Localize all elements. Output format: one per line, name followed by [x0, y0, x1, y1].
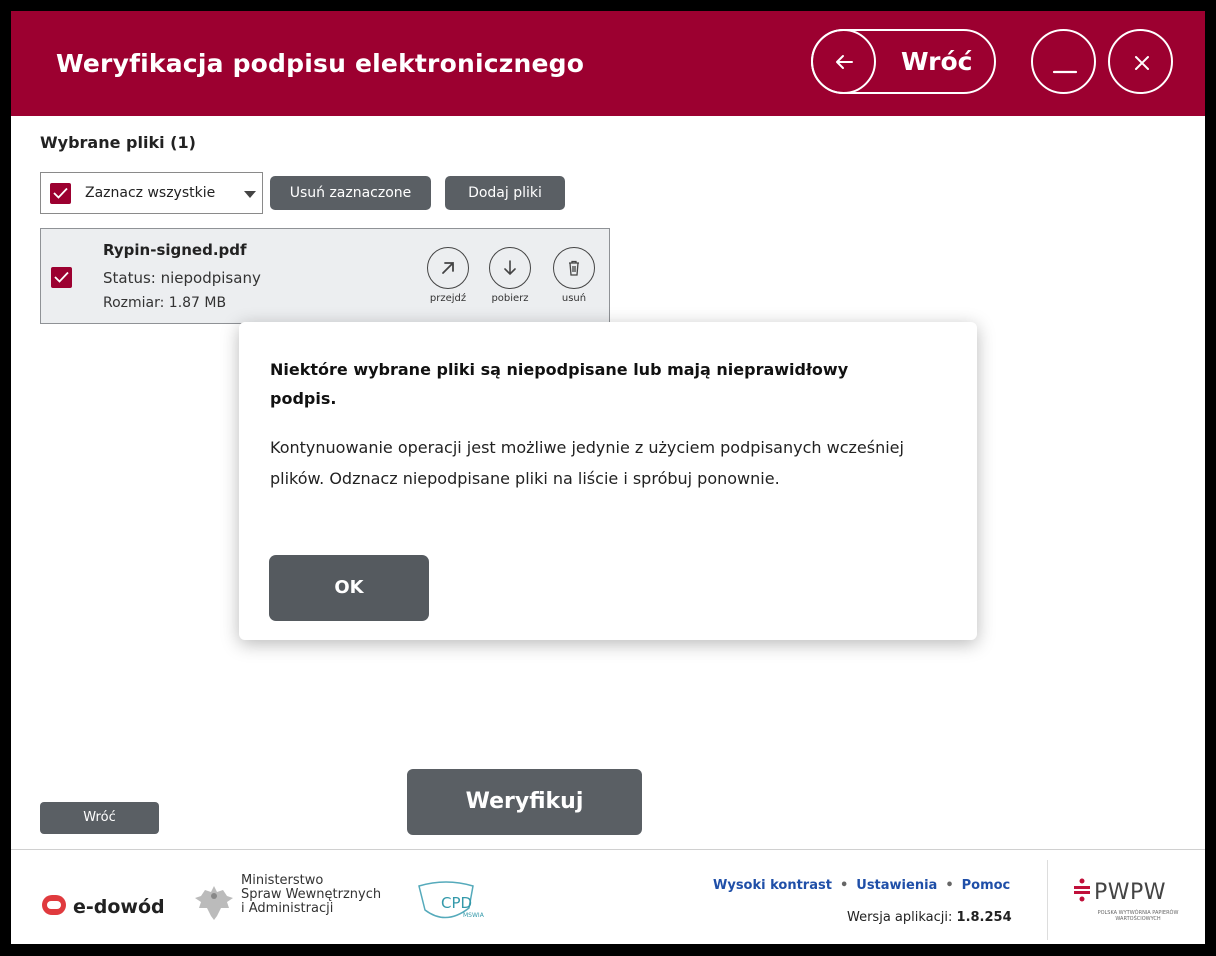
app-version: Wersja aplikacji: 1.8.254	[847, 910, 1012, 925]
polish-eagle-icon	[195, 886, 233, 920]
page-title: Weryfikacja podpisu elektronicznego	[56, 49, 585, 78]
selected-files-count: (1)	[170, 133, 196, 152]
help-link[interactable]: Pomoc	[962, 878, 1011, 893]
close-button[interactable]	[1108, 29, 1173, 94]
verify-button[interactable]: Weryfikuj	[407, 769, 642, 835]
pwpw-logo-sub: POLSKA WYTWÓRNIA PAPIERÓW WARTOŚCIOWYCH	[1097, 910, 1179, 922]
arrow-down-icon	[489, 247, 531, 289]
app-window: Weryfikacja podpisu elektronicznego Wróć…	[11, 11, 1205, 944]
version-value: 1.8.254	[956, 910, 1012, 925]
ok-button[interactable]: OK	[269, 555, 429, 621]
separator-dot: •	[839, 878, 849, 893]
checkmark-icon	[54, 271, 69, 283]
ministry-line-2: Spraw Wewnętrznych	[241, 887, 382, 902]
ministry-name: Ministerstwo Spraw Wewnętrznych i Admini…	[241, 874, 381, 916]
cpd-logo-sub: MSWIA	[463, 912, 484, 919]
e-dowod-logo-icon	[42, 895, 66, 915]
close-icon	[1135, 56, 1149, 70]
warning-dialog: Niektóre wybrane pliki są niepodpisane l…	[239, 322, 977, 640]
trash-icon	[553, 247, 595, 289]
file-item: Rypin-signed.pdf Status: niepodpisany Ro…	[40, 228, 610, 324]
open-file-label: przejdź	[429, 293, 467, 304]
download-file-button[interactable]: pobierz	[487, 247, 533, 304]
open-file-button[interactable]: przejdź	[425, 247, 471, 304]
delete-file-button[interactable]: usuń	[551, 247, 597, 304]
footer-divider	[1047, 860, 1048, 940]
dialog-title: Niektóre wybrane pliki są niepodpisane l…	[270, 360, 849, 408]
header-back-label: Wróć	[901, 47, 973, 76]
select-all-label: Zaznacz wszystkie	[85, 185, 216, 201]
file-name: Rypin-signed.pdf	[103, 241, 247, 259]
high-contrast-link[interactable]: Wysoki kontrast	[713, 878, 832, 893]
arrow-left-icon	[811, 29, 876, 94]
minimize-icon	[1052, 70, 1078, 74]
ministry-line-1: Ministerstwo	[241, 873, 324, 888]
footer-links: Wysoki kontrast • Ustawienia • Pomoc	[713, 878, 1010, 893]
selected-files-heading: Wybrane pliki (1)	[40, 133, 196, 152]
e-dowod-logo-text: e-dowód	[73, 896, 165, 918]
chevron-down-icon[interactable]	[244, 191, 256, 198]
settings-link[interactable]: Ustawienia	[856, 878, 937, 893]
cpd-logo-text: CPD	[441, 894, 473, 912]
select-all-dropdown[interactable]: Zaznacz wszystkie	[40, 172, 263, 214]
remove-selected-button[interactable]: Usuń zaznaczone	[270, 176, 431, 210]
file-status: Status: niepodpisany	[103, 269, 261, 287]
pwpw-mark-icon	[1074, 878, 1090, 902]
dialog-message: Kontynuowanie operacji jest możliwe jedy…	[270, 438, 904, 488]
separator-dot: •	[945, 878, 954, 893]
header-bar: Weryfikacja podpisu elektronicznego Wróć	[11, 11, 1205, 116]
select-all-checkbox[interactable]	[50, 183, 71, 204]
header-back-button[interactable]: Wróć	[811, 29, 996, 94]
minimize-button[interactable]	[1031, 29, 1096, 94]
pwpw-logo-text: PWPW	[1094, 880, 1167, 905]
download-file-label: pobierz	[491, 293, 529, 304]
delete-file-label: usuń	[561, 293, 587, 304]
selected-files-label: Wybrane pliki	[40, 133, 165, 152]
back-button[interactable]: Wróć	[40, 802, 159, 834]
arrow-up-right-icon	[427, 247, 469, 289]
checkmark-icon	[53, 187, 68, 199]
footer: e-dowód Ministerstwo Spraw Wewnętrznych …	[11, 849, 1205, 944]
ministry-line-3: i Administracji	[241, 901, 334, 916]
add-files-button[interactable]: Dodaj pliki	[445, 176, 565, 210]
file-item-checkbox[interactable]	[51, 267, 72, 288]
version-label: Wersja aplikacji:	[847, 910, 953, 925]
file-size: Rozmiar: 1.87 MB	[103, 295, 227, 311]
